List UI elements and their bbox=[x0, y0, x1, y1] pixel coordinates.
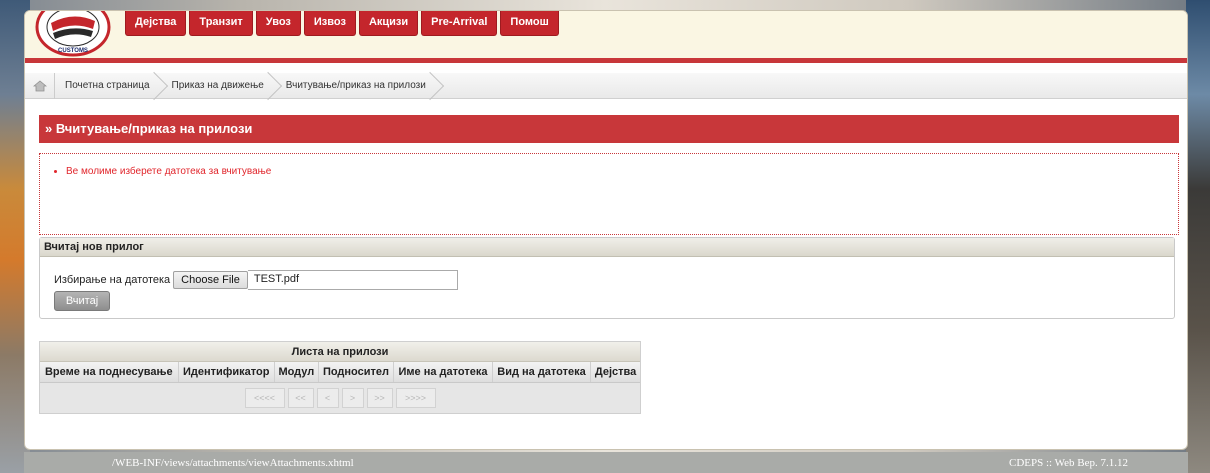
breadcrumb: Почетна страница Приказ на движење Вчиту… bbox=[25, 72, 1187, 99]
breadcrumb-attachments[interactable]: Вчитување/приказ на прилози bbox=[276, 73, 438, 99]
file-label: Избирање на датотека bbox=[54, 274, 171, 286]
footer-view-path: /WEB-INF/views/attachments/viewAttachmen… bbox=[112, 457, 354, 469]
column-header-file-type[interactable]: Вид на датотека bbox=[492, 362, 592, 383]
nav-item-transit[interactable]: Транзит bbox=[189, 11, 253, 36]
footer-version: CDEPS :: Web Вер. 7.1.12 bbox=[1008, 457, 1128, 469]
error-messages: Ве молиме изберете датотека за вчитување bbox=[39, 153, 1179, 235]
pager-next-button[interactable]: > bbox=[341, 388, 364, 408]
column-header-file-name[interactable]: Име на датотека bbox=[393, 362, 493, 383]
column-header-actions[interactable]: Дејства bbox=[590, 362, 640, 383]
column-header-identifier[interactable]: Идентификатор bbox=[178, 362, 275, 383]
attachments-table: Листа на прилози Време на поднесување Ид… bbox=[39, 341, 641, 414]
column-header-module[interactable]: Модул bbox=[274, 362, 319, 383]
pager-prev-button[interactable]: < bbox=[316, 388, 339, 408]
pager-last-button[interactable]: >>>> bbox=[395, 388, 436, 408]
page-title: » Вчитување/приказ на прилози bbox=[39, 115, 1179, 143]
nav-item-help[interactable]: Помош bbox=[500, 11, 559, 36]
background-photo-right bbox=[1186, 0, 1210, 473]
home-icon[interactable] bbox=[25, 72, 55, 99]
column-header-submitter[interactable]: Подносител bbox=[318, 362, 395, 383]
customs-logo: CUSTOMS bbox=[35, 11, 111, 57]
nav-item-export[interactable]: Извоз bbox=[303, 11, 356, 36]
breadcrumb-home[interactable]: Почетна страница bbox=[55, 73, 162, 99]
pager-fast-forward-button[interactable]: >> bbox=[366, 388, 393, 408]
upload-panel-title: Вчитај нов прилог bbox=[40, 238, 1174, 257]
pager-fast-back-button[interactable]: << bbox=[287, 388, 314, 408]
main-nav: Дејства Транзит Увоз Извоз Акцизи Pre-Ar… bbox=[125, 11, 559, 36]
footer: /WEB-INF/views/attachments/viewAttachmen… bbox=[24, 452, 1188, 473]
attachments-caption: Листа на прилози bbox=[40, 342, 640, 362]
error-message: Ве молиме изберете датотека за вчитување bbox=[66, 166, 1164, 177]
breadcrumb-movement[interactable]: Приказ на движење bbox=[162, 73, 276, 99]
selected-file-name: TEST.pdf bbox=[247, 270, 458, 290]
nav-item-pre-arrival[interactable]: Pre-Arrival bbox=[421, 11, 498, 36]
upload-panel: Вчитај нов прилог Избирање на датотека C… bbox=[39, 237, 1175, 319]
file-row: Избирање на датотека Choose File TEST.pd… bbox=[54, 270, 458, 290]
nav-item-import[interactable]: Увоз bbox=[255, 11, 301, 36]
upload-button[interactable]: Вчитај bbox=[54, 291, 110, 311]
svg-text:CUSTOMS: CUSTOMS bbox=[58, 48, 88, 54]
nav-item-actions[interactable]: Дејства bbox=[125, 11, 187, 36]
pager-first-button[interactable]: <<<< bbox=[244, 388, 285, 408]
pager: <<<< << < > >> >>>> bbox=[40, 383, 640, 413]
app-shell: CUSTOMS Дејства Транзит Увоз Извоз Акциз… bbox=[24, 10, 1188, 450]
nav-item-excise[interactable]: Акцизи bbox=[358, 11, 419, 36]
header: CUSTOMS Дејства Транзит Увоз Извоз Акциз… bbox=[25, 11, 1187, 63]
choose-file-button[interactable]: Choose File bbox=[173, 271, 248, 289]
column-header-submitted-time[interactable]: Време на поднесување bbox=[40, 362, 179, 383]
